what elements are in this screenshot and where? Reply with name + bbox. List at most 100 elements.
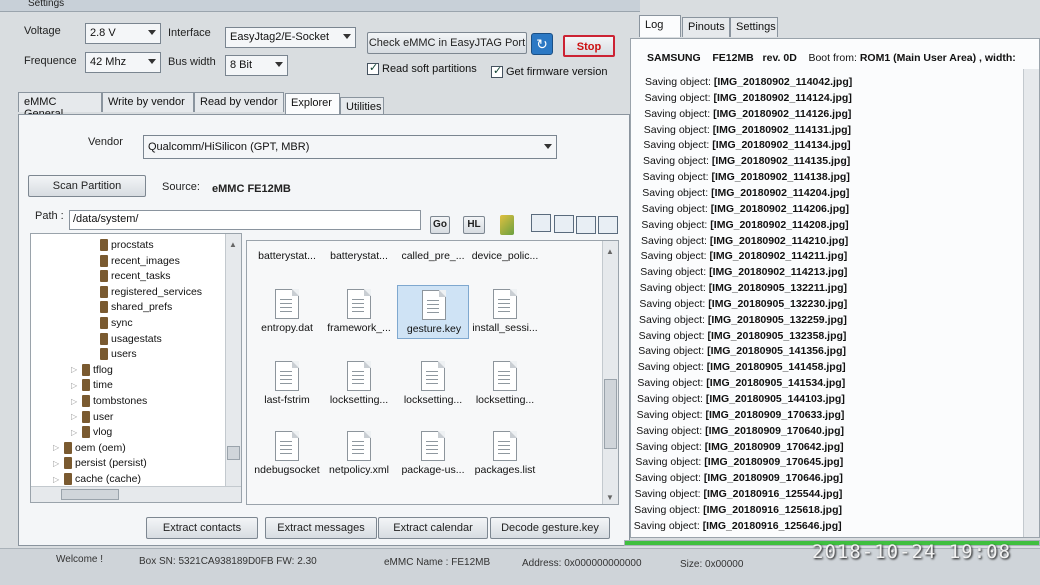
path-input[interactable]: /data/system/ bbox=[69, 210, 421, 230]
file-label[interactable]: batterystat... bbox=[251, 250, 323, 262]
file-label[interactable]: called_pre_... bbox=[397, 250, 469, 262]
tab-emmc-general[interactable]: eMMC General bbox=[18, 92, 102, 120]
tree-item[interactable]: procstats bbox=[89, 239, 154, 251]
scroll-thumb[interactable] bbox=[61, 489, 119, 500]
tree-expand-icon[interactable]: ▷ bbox=[53, 459, 61, 468]
folder-icon bbox=[100, 317, 108, 329]
file-item[interactable]: gesture.key bbox=[397, 285, 469, 339]
go-button[interactable]: Go bbox=[430, 216, 450, 234]
status-welcome: Welcome ! bbox=[56, 554, 104, 565]
file-label: packages.list bbox=[474, 464, 536, 476]
tree-item[interactable]: ▷ cache (cache) bbox=[53, 473, 141, 485]
voltage-select[interactable]: 2.8 V bbox=[85, 23, 161, 44]
tree-item[interactable]: usagestats bbox=[89, 332, 162, 345]
log-entry-filename: [IMG_20180916_125646.jpg] bbox=[702, 519, 842, 532]
log-entry: Saving object: [IMG_20180909_170642.jpg] bbox=[636, 441, 844, 453]
tree-item[interactable]: ▷ tombstones bbox=[71, 395, 147, 407]
tree-vertical-scrollbar[interactable]: ▲ bbox=[225, 234, 241, 488]
file-label[interactable]: device_polic... bbox=[469, 250, 541, 262]
frequence-select[interactable]: 42 Mhz bbox=[85, 52, 161, 73]
tree-item-label: tflog bbox=[93, 363, 113, 376]
document-icon bbox=[422, 290, 446, 320]
decode-gesture-key-button[interactable]: Decode gesture.key bbox=[490, 517, 610, 539]
tree-item[interactable]: recent_images bbox=[89, 254, 180, 267]
tab-pinouts[interactable]: Pinouts bbox=[682, 17, 730, 37]
file-view[interactable]: batterystat... batterystat... called_pre_.… bbox=[246, 240, 619, 505]
vendor-select[interactable]: Qualcomm/HiSilicon (GPT, MBR) bbox=[143, 135, 557, 159]
file-item[interactable]: last-fstrim bbox=[251, 357, 323, 411]
buswidth-select[interactable]: 8 Bit bbox=[225, 55, 288, 76]
log-entry: Saving object: [IMG_20180916_125544.jpg] bbox=[635, 488, 843, 500]
check-emmc-button[interactable]: Check eMMC in EasyJTAG Port bbox=[367, 32, 527, 54]
log-entry-prefix: Saving object: bbox=[641, 218, 708, 231]
files-vertical-scrollbar[interactable]: ▲ ▼ bbox=[602, 241, 618, 504]
file-item[interactable]: locksetting... bbox=[397, 357, 469, 411]
log-entry-filename: [IMG_20180905_132259.jpg] bbox=[707, 313, 847, 326]
file-item[interactable]: netpolicy.xml bbox=[323, 427, 395, 481]
file-item[interactable]: entropy.dat bbox=[251, 285, 323, 339]
scan-partition-button[interactable]: Scan Partition bbox=[28, 175, 146, 197]
log-header: SAMSUNG FE12MB rev. 0D Boot from: ROM1 (… bbox=[647, 52, 1016, 64]
tab-read-by-vendor[interactable]: Read by vendor bbox=[194, 92, 284, 112]
tree-item[interactable]: shared_prefs bbox=[89, 301, 172, 314]
file-item[interactable]: package-us... bbox=[397, 427, 469, 481]
frequence-value: 42 Mhz bbox=[90, 56, 127, 68]
file-label: locksetting... bbox=[475, 394, 535, 406]
tree-item-label: user bbox=[93, 410, 114, 423]
tree-horizontal-scrollbar[interactable] bbox=[31, 486, 241, 502]
tree-expand-icon[interactable]: ▷ bbox=[71, 412, 79, 421]
tree-item[interactable]: ▷ time bbox=[71, 379, 113, 392]
tree-item-label: tombstones bbox=[93, 395, 148, 407]
folder-icon bbox=[64, 457, 72, 470]
tab-log[interactable]: Log bbox=[639, 15, 681, 37]
log-entry-filename: [IMG_20180905_132230.jpg] bbox=[708, 297, 848, 310]
tree-expand-icon[interactable]: ▷ bbox=[71, 428, 79, 437]
tab-settings-right[interactable]: Settings bbox=[730, 17, 778, 37]
tree-item[interactable]: ▷ oem (oem) bbox=[53, 441, 126, 454]
file-item[interactable]: install_sessi... bbox=[469, 285, 541, 339]
extract-messages-button[interactable]: Extract messages bbox=[265, 517, 377, 539]
read-soft-partitions-checkbox[interactable]: Read soft partitions bbox=[367, 61, 477, 75]
scroll-thumb[interactable] bbox=[604, 379, 617, 449]
file-item[interactable]: framework_... bbox=[323, 285, 395, 339]
file-item[interactable]: ndebugsocket bbox=[251, 427, 323, 481]
tree-item[interactable]: recent_tasks bbox=[89, 270, 171, 283]
tree-item[interactable]: sync bbox=[89, 317, 133, 329]
extract-icon[interactable] bbox=[500, 215, 514, 235]
small-icons-view-icon[interactable] bbox=[554, 215, 574, 233]
hl-button[interactable]: HL bbox=[463, 216, 485, 234]
stop-button[interactable]: Stop bbox=[563, 35, 615, 57]
scroll-thumb[interactable] bbox=[227, 446, 240, 460]
title-bar: Settings bbox=[0, 0, 640, 12]
refresh-icon[interactable]: ↻ bbox=[531, 33, 553, 55]
log-vertical-scrollbar[interactable] bbox=[1023, 69, 1039, 537]
extract-calendar-button[interactable]: Extract calendar bbox=[378, 517, 488, 539]
log-panel[interactable]: SAMSUNG FE12MB rev. 0D Boot from: ROM1 (… bbox=[630, 38, 1040, 538]
interface-select[interactable]: EasyJtag2/E-Socket bbox=[225, 27, 356, 48]
details-view-icon[interactable] bbox=[598, 216, 618, 234]
file-item[interactable]: locksetting... bbox=[323, 357, 395, 411]
tree-item[interactable]: ▷ user bbox=[71, 410, 114, 423]
tree-item-label: oem (oem) bbox=[75, 441, 126, 454]
extract-contacts-button[interactable]: Extract contacts bbox=[146, 517, 258, 539]
large-icons-view-icon[interactable] bbox=[531, 214, 551, 232]
folder-tree[interactable]: procstats recent_images recent_tasksregist… bbox=[30, 233, 242, 503]
log-entry-filename: [IMG_20180902_114206.jpg] bbox=[710, 202, 850, 215]
tree-expand-icon[interactable]: ▷ bbox=[71, 365, 79, 374]
tree-item[interactable]: ▷ tflog bbox=[71, 363, 113, 376]
tree-item[interactable]: registered_services bbox=[89, 285, 202, 298]
tree-item[interactable]: ▷ persist (persist) bbox=[53, 457, 147, 470]
tree-item[interactable]: ▷ vlog bbox=[71, 426, 112, 439]
tree-expand-icon[interactable]: ▷ bbox=[53, 443, 61, 452]
tree-expand-icon[interactable]: ▷ bbox=[53, 475, 61, 484]
tab-write-by-vendor[interactable]: Write by vendor bbox=[102, 92, 194, 112]
file-item[interactable]: packages.list bbox=[469, 427, 541, 481]
file-item[interactable]: locksetting... bbox=[469, 357, 541, 411]
tree-item[interactable]: users bbox=[89, 348, 137, 361]
get-firmware-version-checkbox[interactable]: Get firmware version bbox=[491, 64, 607, 78]
file-label[interactable]: batterystat... bbox=[323, 250, 395, 262]
tab-explorer[interactable]: Explorer bbox=[285, 93, 340, 115]
list-view-icon[interactable] bbox=[576, 216, 596, 234]
tree-expand-icon[interactable]: ▷ bbox=[71, 381, 79, 390]
tree-expand-icon[interactable]: ▷ bbox=[71, 397, 79, 406]
